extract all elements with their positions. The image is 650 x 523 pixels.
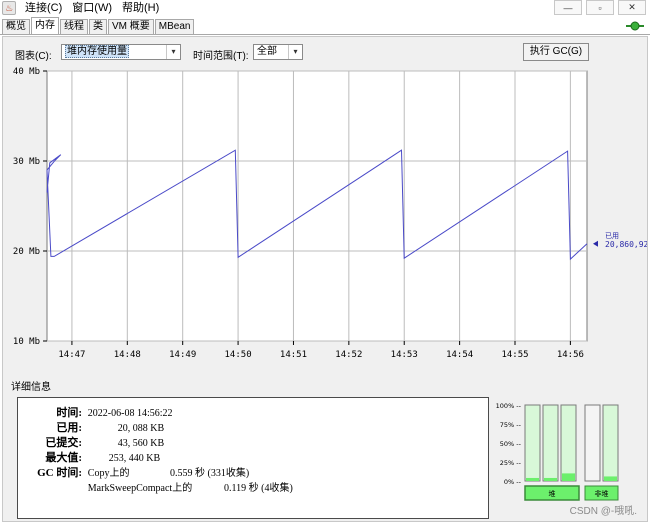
detail-row-used: 已用: 20, 088 KB: [22, 419, 164, 435]
detail-value: MarkSweepCompact上的: [87, 483, 193, 494]
chevron-down-icon: ▾: [166, 45, 180, 59]
x-tick-label: 14:49: [169, 350, 196, 360]
x-tick-label: 14:52: [335, 350, 362, 360]
x-tick-label: 14:53: [391, 350, 418, 360]
memory-chart-svg: 40 Mb 30 Mb 20 Mb 10 Mb 14:47 14:48 14:49 14:50…: [13, 67, 647, 360]
heap-bar-fill: [544, 477, 557, 481]
memory-pool-bars: 100% -- 75% -- 50% -- 25% -- 0% -- 堆 非堆: [496, 402, 619, 501]
chevron-down-icon: ▾: [288, 45, 302, 59]
tab-bar: 概览 内存 线程 类 VM 概要 MBean: [0, 17, 650, 35]
chart-select[interactable]: 堆内存使用量 ▾: [61, 44, 181, 60]
tab-threads[interactable]: 线程: [60, 19, 88, 34]
detail-row-max: 最大值: 253, 440 KB: [22, 449, 160, 465]
watermark: CSDN @-哦吼.: [569, 506, 637, 517]
menu-connection[interactable]: 连接(C): [20, 0, 67, 16]
nonheap-bar: [602, 404, 619, 482]
heap-bar: [524, 404, 541, 482]
memory-panel: 图表(C): 堆内存使用量 ▾ 时间范围(T): 全部 ▾ 执行 GC(G) 4…: [2, 36, 648, 522]
java-app-icon: ♨: [2, 1, 16, 15]
heap-button-label: 堆: [549, 489, 556, 498]
heap-bar-fill: [562, 473, 575, 481]
perform-gc-button[interactable]: 执行 GC(G): [523, 43, 589, 61]
minimize-button[interactable]: —: [554, 0, 582, 15]
detail-value: 253, 440 KB: [108, 453, 161, 464]
heap-bar: [542, 404, 559, 482]
x-tick-label: 14:51: [280, 350, 307, 360]
detail-label: 已提交:: [45, 437, 82, 449]
menu-window[interactable]: 窗口(W): [67, 0, 117, 16]
tab-overview[interactable]: 概览: [2, 19, 30, 34]
detail-value: Copy上的: [87, 468, 130, 479]
chart-select-value: 堆内存使用量: [65, 45, 129, 58]
tab-memory[interactable]: 内存: [31, 17, 59, 34]
nonheap-bar-fill: [604, 476, 617, 481]
x-tick-label: 14:54: [446, 350, 473, 360]
heap-bar: [560, 404, 577, 482]
detail-value: 20, 088 KB: [117, 423, 165, 434]
x-tick-label: 14:47: [58, 350, 85, 360]
detail-label: 已用:: [56, 422, 82, 434]
tab-mbean[interactable]: MBean: [154, 19, 195, 34]
detail-label: GC 时间:: [37, 467, 82, 479]
y-tick-label: 10 Mb: [13, 337, 40, 347]
detail-row-gc-copy: GC 时间: Copy上的 0.559 秒 (331收集): [22, 464, 249, 480]
time-range-select[interactable]: 全部 ▾: [253, 44, 303, 60]
y-tick-label: 20 Mb: [13, 247, 40, 257]
detail-row-gc-msc: MarkSweepCompact上的 0.119 秒 (4收集): [22, 479, 293, 494]
detail-row-committed: 已提交: 43, 560 KB: [22, 434, 164, 450]
nonheap-bar: [584, 404, 601, 482]
restore-button[interactable]: ▫: [586, 0, 614, 15]
chart-label: 图表(C):: [15, 51, 52, 62]
scale-label: 100% --: [496, 402, 522, 410]
detail-label: 时间:: [56, 407, 82, 419]
scale-label: 25% --: [500, 459, 522, 467]
memory-chart: 40 Mb 30 Mb 20 Mb 10 Mb 14:47 14:48 14:49 14:50…: [3, 65, 647, 403]
x-tick-label: 14:56: [557, 350, 584, 360]
x-tick-label: 14:48: [114, 350, 141, 360]
detail-label: 最大值:: [45, 452, 82, 464]
current-value: 20,860,920: [605, 240, 647, 249]
menu-bar: ♨ 连接(C) 窗口(W) 帮助(H) — ▫ ✕: [0, 0, 650, 16]
window-controls: — ▫ ✕: [550, 0, 646, 15]
details-title: 详细信息: [11, 382, 51, 393]
connection-status-icon: [626, 21, 644, 31]
x-tick-label: 14:50: [225, 350, 252, 360]
scale-label: 0% --: [504, 478, 522, 486]
time-range-label: 时间范围(T):: [193, 51, 249, 62]
tab-classes[interactable]: 类: [89, 19, 107, 34]
detail-value-2: 0.119 秒 (4收集): [224, 483, 293, 494]
close-button[interactable]: ✕: [618, 0, 646, 15]
x-tick-label: 14:55: [501, 350, 528, 360]
heap-bar-fill: [526, 477, 539, 481]
detail-value-2: 0.559 秒 (331收集): [170, 468, 250, 479]
menu-help[interactable]: 帮助(H): [117, 0, 164, 16]
scale-label: 75% --: [500, 421, 522, 429]
detail-value: 43, 560 KB: [117, 438, 165, 449]
current-value-label: 已用: [605, 232, 619, 240]
detail-row-time: 时间: 2022-06-08 14:56:22: [22, 404, 173, 420]
current-value-marker: [593, 240, 598, 247]
time-range-value: 全部: [257, 46, 277, 57]
nonheap-button-label: 非堆: [595, 489, 609, 498]
scale-label: 50% --: [500, 440, 522, 448]
tab-vm-summary[interactable]: VM 概要: [108, 19, 154, 34]
details-box: 时间: 2022-06-08 14:56:22 已用: 20, 088 KB 已…: [17, 397, 489, 519]
y-tick-label: 30 Mb: [13, 157, 40, 167]
detail-value: 2022-06-08 14:56:22: [87, 408, 173, 419]
y-tick-label: 40 Mb: [13, 67, 40, 77]
